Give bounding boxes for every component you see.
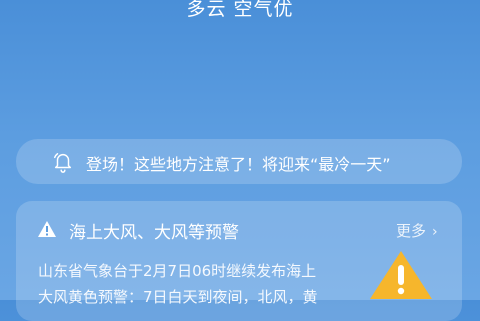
- bell-icon: [54, 153, 72, 173]
- weather-notice-banner[interactable]: 登场！这些地方注意了！将迎来“最冷一天”: [16, 139, 462, 184]
- more-link[interactable]: 更多 ›: [396, 220, 438, 241]
- yellow-warning-icon: [370, 251, 432, 299]
- warning-body-line: 大风黄色预警：7日白天到夜间，北风，黄: [38, 288, 318, 306]
- more-label: 更多: [396, 222, 427, 240]
- warning-body: 山东省气象台于2月7日06时继续发布海上 大风黄色预警：7日白天到夜间，北风，黄: [38, 258, 354, 310]
- notice-text: 登场！这些地方注意了！将迎来“最冷一天”: [86, 155, 391, 174]
- warning-card[interactable]: 海上大风、大风等预警 更多 › 山东省气象台于2月7日06时继续发布海上 大风黄色…: [16, 201, 462, 321]
- weather-condition: 多云 空气优: [186, 0, 294, 20]
- warning-title: 海上大风、大风等预警: [69, 223, 239, 243]
- chevron-right-icon: ›: [432, 224, 438, 240]
- warning-triangle-icon: [38, 221, 56, 237]
- warning-body-line: 山东省气象台于2月7日06时继续发布海上: [38, 262, 317, 280]
